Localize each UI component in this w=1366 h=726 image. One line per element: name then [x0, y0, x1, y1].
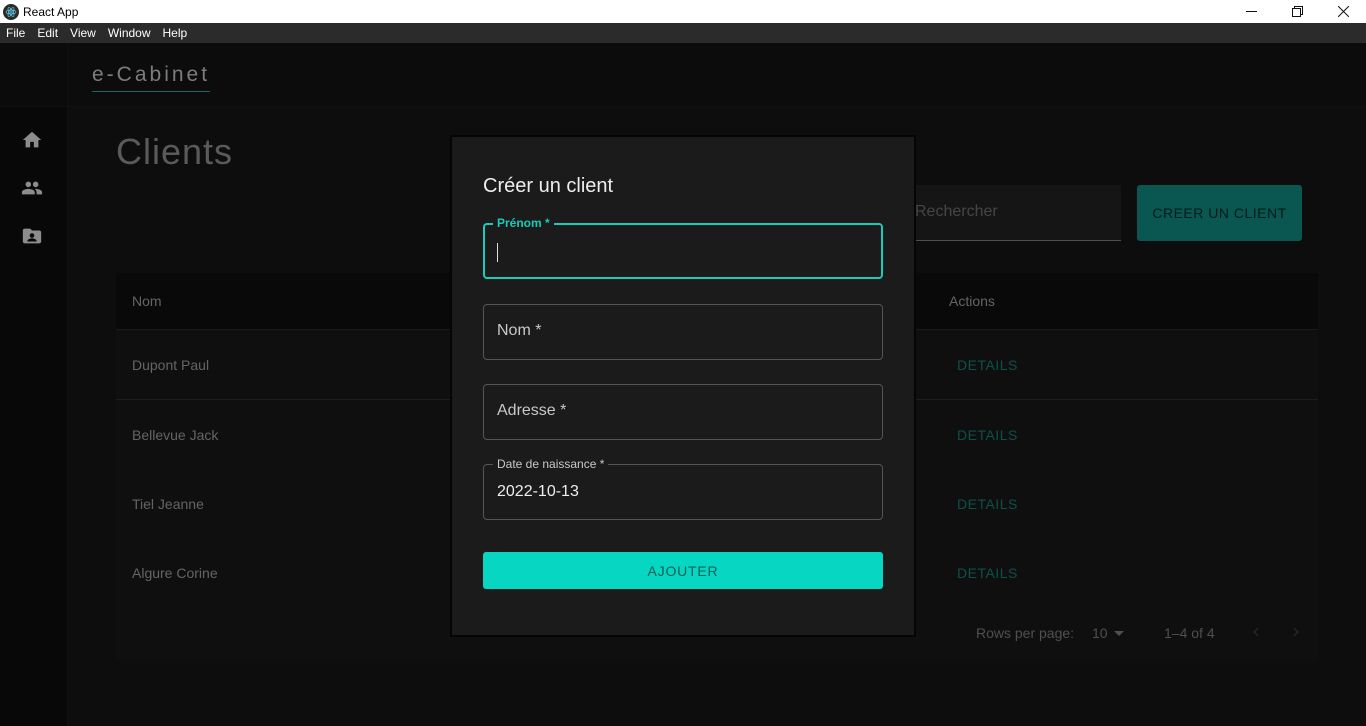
prenom-label: Prénom *: [493, 216, 554, 230]
nom-label: Nom *: [497, 322, 542, 339]
restore-icon[interactable]: [1274, 0, 1320, 23]
menu-file[interactable]: File: [0, 23, 31, 43]
date-naissance-field[interactable]: Date de naissance * 2022-10-13: [483, 457, 883, 520]
date-naissance-value: 2022-10-13: [497, 483, 579, 500]
menu-bar: File Edit View Window Help: [0, 23, 1366, 43]
menu-edit[interactable]: Edit: [31, 23, 64, 43]
adresse-field[interactable]: Adresse *: [483, 384, 883, 440]
create-client-dialog: Créer un client Prénom * Nom * Adresse *…: [450, 135, 916, 637]
ajouter-button[interactable]: AJOUTER: [483, 552, 883, 589]
react-logo-icon: [3, 3, 19, 20]
minimize-icon[interactable]: [1228, 0, 1274, 23]
close-icon[interactable]: [1320, 0, 1366, 23]
text-cursor: [497, 243, 498, 262]
menu-view[interactable]: View: [64, 23, 102, 43]
date-naissance-label: Date de naissance *: [493, 457, 609, 471]
menu-help[interactable]: Help: [157, 23, 194, 43]
dialog-title: Créer un client: [483, 175, 614, 197]
nom-field[interactable]: Nom *: [483, 304, 883, 360]
prenom-field[interactable]: Prénom *: [483, 216, 883, 279]
adresse-label: Adresse *: [497, 402, 567, 419]
window-title: React App: [23, 4, 79, 19]
menu-window[interactable]: Window: [102, 23, 157, 43]
window-titlebar: React App: [0, 0, 1366, 23]
